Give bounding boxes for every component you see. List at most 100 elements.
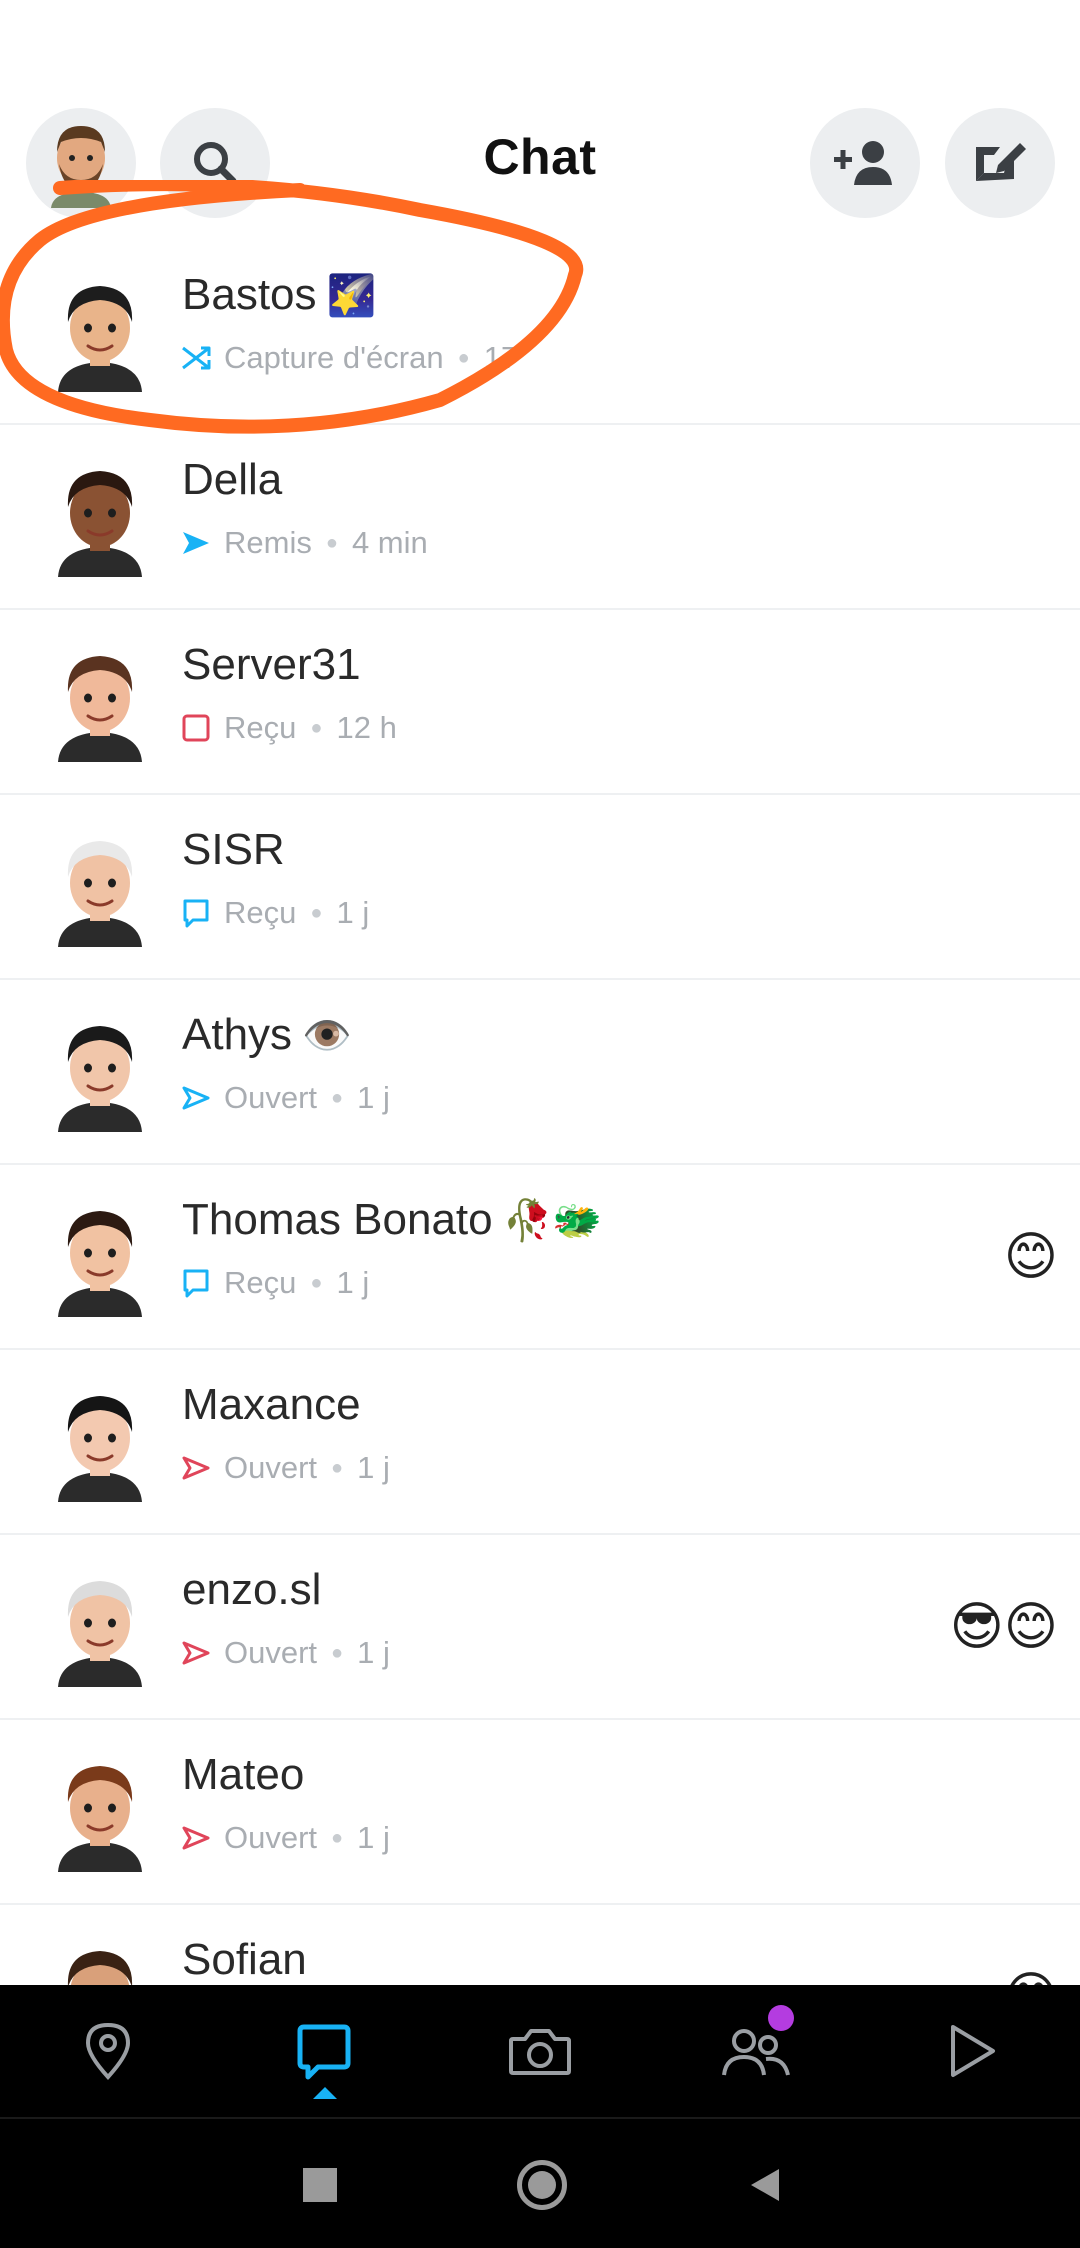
separator-dot: ●: [331, 1456, 344, 1479]
chat-name-text: SISR: [182, 825, 285, 874]
status-text: Reçu: [224, 1265, 297, 1300]
new-chat-button[interactable]: [945, 108, 1055, 218]
chat-name: Bastos 🌠: [182, 270, 376, 320]
name-emoji: 🥀🐲: [502, 1199, 603, 1243]
chat-status: Reçu ● 1 j: [180, 895, 369, 931]
chat-name: Della: [182, 455, 282, 505]
chat-name-text: Server31: [182, 640, 361, 689]
avatar[interactable]: [40, 1382, 160, 1502]
chat-name: Athys 👁️: [182, 1010, 352, 1060]
avatar[interactable]: [40, 642, 160, 762]
opened-arrow-icon: [180, 1082, 224, 1114]
chat-row[interactable]: enzo.sl Ouvert ● 1 j 😎😊: [0, 1535, 1080, 1720]
timestamp: 17: [483, 340, 519, 375]
timestamp: 4 min: [351, 525, 428, 560]
chat-row[interactable]: SISR Reçu ● 1 j: [0, 795, 1080, 980]
separator-dot: ●: [331, 1641, 344, 1664]
separator-dot: ●: [310, 716, 323, 739]
home-icon[interactable]: [512, 2155, 572, 2215]
avatar[interactable]: [40, 1567, 160, 1687]
delivered-arrow-icon: [180, 527, 224, 559]
chat-status: Remis ● 4 min: [180, 525, 428, 561]
chat-name: enzo.sl: [182, 1565, 321, 1615]
opened-arrow-icon: [180, 1637, 224, 1669]
received-square-icon: [180, 712, 224, 744]
avatar[interactable]: [40, 1012, 160, 1132]
avatar[interactable]: [40, 827, 160, 947]
name-emoji: 👁️: [302, 1014, 352, 1058]
separator-dot: ●: [457, 346, 470, 369]
friend-emoji: 😎😊: [949, 1598, 1058, 1656]
friend-emoji: 😊: [1004, 1967, 1058, 1985]
chat-name: Maxance: [182, 1380, 361, 1430]
play-icon[interactable]: [936, 2015, 1008, 2087]
timestamp: 1 j: [357, 1820, 390, 1855]
chat-status: Reçu ● 1 j: [180, 1265, 369, 1301]
avatar[interactable]: [40, 1937, 160, 1985]
status-text: Reçu: [224, 710, 297, 745]
add-friend-button[interactable]: [810, 108, 920, 218]
chat-name-text: Thomas Bonato: [182, 1195, 493, 1244]
active-tab-indicator: [313, 2087, 337, 2099]
chat-name-text: Maxance: [182, 1380, 361, 1429]
chat-name: Thomas Bonato 🥀🐲: [182, 1195, 602, 1245]
chat-status: Reçu ● 12 h: [180, 710, 397, 746]
status-text: Remis: [224, 525, 312, 560]
chat-name: SISR: [182, 825, 285, 875]
friend-emoji: 😊: [1003, 1228, 1058, 1286]
recents-icon[interactable]: [290, 2155, 350, 2215]
chat-name-text: Sofian: [182, 1935, 307, 1984]
chat-name: Server31: [182, 640, 361, 690]
chat-row[interactable]: Maxance Ouvert ● 1 j: [0, 1350, 1080, 1535]
chat-row[interactable]: Sofian 😊: [0, 1905, 1080, 1985]
chat-status: Ouvert ● 1 j: [180, 1080, 390, 1116]
chat-name-text: Athys: [182, 1010, 293, 1059]
received-chat-icon: [180, 897, 224, 929]
back-icon[interactable]: [735, 2155, 795, 2215]
status-text: Ouvert: [224, 1820, 318, 1855]
avatar[interactable]: [40, 457, 160, 577]
avatar[interactable]: [40, 272, 160, 392]
add-friend-icon: [834, 141, 892, 185]
opened-arrow-icon: [180, 1452, 224, 1484]
chat-status: Ouvert ● 1 j: [180, 1820, 390, 1856]
avatar[interactable]: [40, 1197, 160, 1317]
chat-name-text: enzo.sl: [182, 1565, 322, 1614]
chat-name-text: Mateo: [182, 1750, 305, 1799]
separator-dot: ●: [331, 1826, 344, 1849]
chat-name-text: Della: [182, 455, 283, 504]
chat-row[interactable]: Della Remis ● 4 min: [0, 425, 1080, 610]
chat-status: Capture d'écran ● 17: [180, 340, 518, 376]
header: Chat: [0, 0, 1080, 240]
new-chat-icon: [976, 143, 1026, 181]
chat-status: Ouvert ● 1 j: [180, 1635, 390, 1671]
chat-row[interactable]: Bastos 🌠 Capture d'écran ● 17: [0, 240, 1080, 425]
name-emoji: 🌠: [326, 274, 377, 318]
camera-icon[interactable]: [504, 2015, 576, 2087]
avatar[interactable]: [40, 1752, 160, 1872]
chat-list: Bastos 🌠 Capture d'écran ● 17 Della Remis ● 4 mi…: [0, 240, 1080, 1985]
system-nav-bar: [0, 2117, 1080, 2248]
chat-icon[interactable]: [288, 2015, 360, 2087]
status-text: Ouvert: [224, 1080, 318, 1115]
timestamp: 1 j: [357, 1080, 390, 1115]
separator-dot: ●: [310, 1271, 323, 1294]
timestamp: 1 j: [357, 1635, 390, 1670]
friends-icon[interactable]: [720, 2005, 794, 2087]
chat-row[interactable]: Athys 👁️ Ouvert ● 1 j: [0, 980, 1080, 1165]
separator-dot: ●: [331, 1086, 344, 1109]
status-text: Ouvert: [224, 1635, 318, 1670]
chat-row[interactable]: Server31 Reçu ● 12 h: [0, 610, 1080, 795]
received-chat-icon: [180, 1267, 224, 1299]
chat-name-text: Bastos: [182, 270, 317, 319]
chat-row[interactable]: Thomas Bonato 🥀🐲 Reçu ● 1 j 😊: [0, 1165, 1080, 1350]
timestamp: 1 j: [336, 1265, 370, 1300]
chat-row[interactable]: Mateo Ouvert ● 1 j: [0, 1720, 1080, 1905]
timestamp: 1 j: [336, 895, 370, 930]
status-text: Reçu: [224, 895, 297, 930]
chat-name: Mateo: [182, 1750, 304, 1800]
separator-dot: ●: [325, 531, 338, 554]
map-pin-icon[interactable]: [72, 2015, 144, 2087]
chat-name: Sofian: [182, 1935, 307, 1985]
status-text: Ouvert: [224, 1450, 318, 1485]
